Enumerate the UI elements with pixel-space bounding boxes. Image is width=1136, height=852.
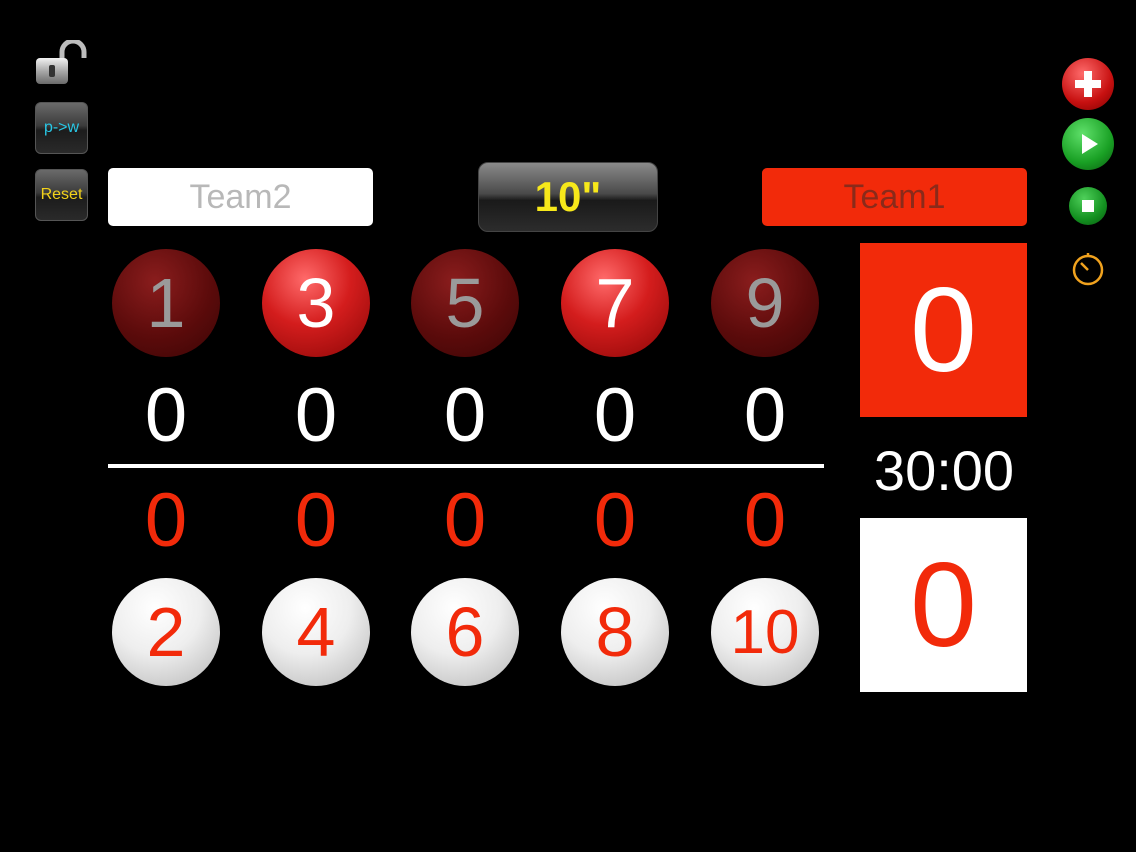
team1-score[interactable]: 0	[860, 243, 1027, 417]
ball-1-label: 1	[146, 264, 186, 342]
team1-count-3: 0	[443, 373, 487, 458]
stop-button[interactable]	[1069, 187, 1107, 225]
team1-count-4: 0	[593, 373, 637, 458]
ball-6-button[interactable]: 6	[411, 578, 519, 686]
game-clock: 30:00	[873, 439, 1015, 502]
shot-clock-value: 10"	[534, 173, 602, 220]
pw-toggle-label: p->w	[43, 119, 80, 136]
team2-score[interactable]: 0	[860, 518, 1027, 692]
team1-count-2: 0	[294, 373, 338, 458]
ball-5-button[interactable]: 5	[411, 249, 519, 357]
play-icon	[1082, 134, 1098, 154]
stop-icon	[1082, 200, 1094, 212]
team2-count-4: 0	[593, 478, 637, 563]
ball-8-label: 8	[595, 593, 635, 671]
stopwatch-button[interactable]	[1069, 249, 1107, 287]
ball-2-button[interactable]: 2	[112, 578, 220, 686]
team1-name-field[interactable]: Team1	[762, 168, 1027, 226]
ball-2-label: 2	[146, 593, 186, 671]
ball-10-label: 10	[730, 597, 800, 667]
ball-10-button[interactable]: 10	[711, 578, 819, 686]
team2-count-1: 0	[144, 478, 188, 563]
plus-icon	[1075, 71, 1101, 97]
pw-toggle-button[interactable]: p->w	[35, 102, 88, 154]
ball-3-label: 3	[296, 264, 336, 342]
reset-label: Reset	[40, 186, 83, 203]
team2-score-value: 0	[910, 538, 977, 672]
team2-name-text: Team2	[189, 177, 292, 216]
team1-count-1: 0	[144, 373, 188, 458]
ball-9-button[interactable]: 9	[711, 249, 819, 357]
play-button[interactable]	[1062, 118, 1114, 170]
team2-name-field[interactable]: Team2	[108, 168, 373, 226]
unlock-icon[interactable]	[34, 38, 88, 86]
add-button[interactable]	[1062, 58, 1114, 110]
ball-4-button[interactable]: 4	[262, 578, 370, 686]
team2-count-3: 0	[443, 478, 487, 563]
reset-button[interactable]: Reset	[35, 169, 88, 221]
ball-4-label: 4	[296, 593, 336, 671]
ball-9-label: 9	[745, 264, 785, 342]
team2-count-5: 0	[743, 478, 787, 563]
team2-count-2: 0	[294, 478, 338, 563]
team1-count-5: 0	[743, 373, 787, 458]
ball-5-label: 5	[445, 264, 485, 342]
ball-7-label: 7	[595, 264, 635, 342]
ball-7-button[interactable]: 7	[561, 249, 669, 357]
ball-8-button[interactable]: 8	[561, 578, 669, 686]
ball-6-label: 6	[445, 593, 485, 671]
shot-clock-button[interactable]: 10"	[478, 162, 658, 232]
divider-line	[108, 464, 824, 468]
ball-3-button[interactable]: 3	[262, 249, 370, 357]
ball-1-button[interactable]: 1	[112, 249, 220, 357]
stopwatch-icon	[1072, 253, 1104, 286]
team1-score-value: 0	[910, 263, 977, 397]
team1-name-text: Team1	[843, 177, 946, 216]
